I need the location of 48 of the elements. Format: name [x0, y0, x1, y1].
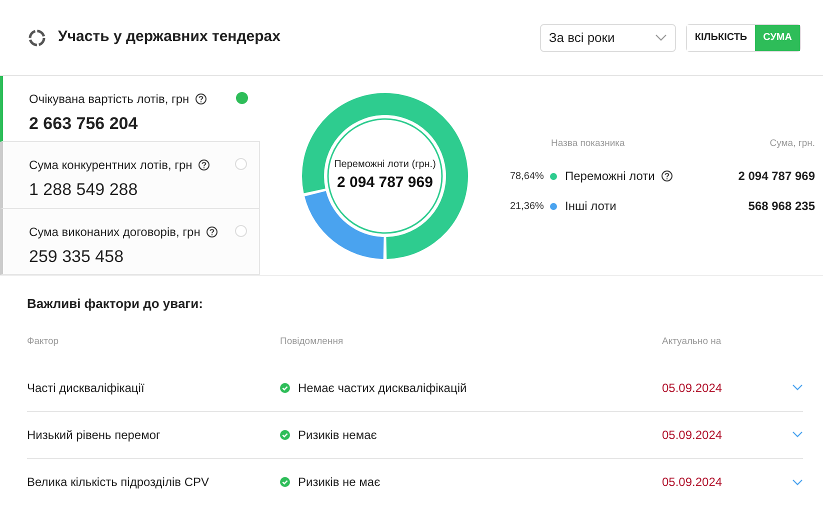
section-title: Важливі фактори до уваги:	[27, 295, 204, 313]
chevron-down-icon[interactable]	[792, 431, 803, 438]
help-icon	[206, 226, 218, 238]
metric-label: Сума виконаних договорів, грн	[29, 222, 218, 241]
factor-date: 05.09.2024	[662, 426, 724, 444]
factor-row[interactable]: Велика кількість підрозділів CPV Ризиків не має 05.09.2024	[27, 458, 803, 506]
chevron-down-icon	[654, 34, 667, 42]
factor-name: Велика кількість підрозділів CPV	[27, 474, 210, 492]
metric-card[interactable]: Очікувана вартість лотів, грн 2 663 756 204	[0, 76, 260, 142]
column-header: Актуально на	[662, 334, 722, 348]
metric-label: Очікувана вартість лотів, грн	[29, 90, 208, 108]
factor-name: Низький рівень перемог	[27, 426, 162, 444]
metric-card[interactable]: Сума конкурентних лотів, грн 1 288 549 288	[0, 142, 260, 209]
factor-row[interactable]: Часті дискваліфікації Немає частих дискваліфікацій 05.09.2024	[27, 364, 803, 412]
percent-value: 78,64%	[510, 170, 545, 184]
factor-message: Ризиків не має	[298, 474, 380, 492]
percent-value: 21,36%	[510, 200, 545, 214]
legend-value: 2 094 787 969	[738, 168, 815, 186]
page-title: Участь у державних тендерах	[58, 27, 280, 48]
help-icon	[195, 93, 208, 105]
help-icon	[198, 159, 210, 172]
metric-label: Сума конкурентних лотів, грн	[29, 156, 210, 174]
metric-value: 2 663 756 204	[29, 113, 139, 135]
metric-value: 259 335 458	[29, 246, 125, 268]
check-icon	[280, 382, 290, 393]
center-label: Переможні лоти (грн.)	[334, 158, 436, 172]
factor-row[interactable]: Низький рівень перемог Ризиків немає 05.09.2024	[27, 412, 803, 459]
legend-value: 568 968 235	[748, 198, 815, 216]
column-header: Назва показника	[551, 137, 625, 151]
check-icon	[280, 430, 290, 440]
legend-label: Переможні лоти	[565, 168, 655, 186]
loading-icon	[28, 28, 46, 46]
factor-name: Часті дискваліфікації	[27, 380, 146, 397]
metric-card[interactable]: Сума виконаних договорів, грн 259 335 458	[0, 208, 260, 275]
metric-value: 1 288 549 288	[29, 179, 139, 202]
center-value: 2 094 787 969	[337, 172, 433, 193]
factor-message: Ризиків немає	[298, 426, 377, 444]
check-icon	[280, 477, 290, 488]
factor-date: 05.09.2024	[662, 474, 724, 492]
column-header: Фактор	[27, 334, 60, 348]
factor-date: 05.09.2024	[662, 380, 724, 397]
column-header: Повідомлення	[280, 334, 344, 348]
chevron-down-icon[interactable]	[792, 478, 803, 486]
period-dropdown[interactable]: За всі роки	[540, 24, 676, 52]
legend-label: Інші лоти	[565, 198, 616, 216]
factor-message: Немає частих дискваліфікацій	[298, 380, 467, 397]
chevron-down-icon[interactable]	[792, 384, 803, 392]
column-header: Сума, грн.	[770, 137, 815, 151]
